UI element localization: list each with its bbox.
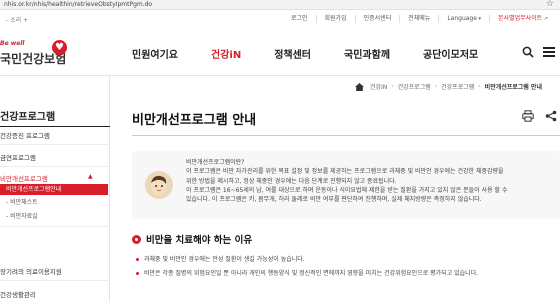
print-icon[interactable] xyxy=(522,110,534,122)
breadcrumb-current: 비만개선프로그램 안내 xyxy=(484,84,542,91)
sidebar-subitem-label: 비만자료실 xyxy=(10,213,38,220)
sidebar-item-health-promotion[interactable]: 건강증진 프로그램 xyxy=(0,130,110,140)
intro-text: 비만개선프로그램이란? 이 프로그램은 비만 자가관리를 위한 목표 설정 및 … xyxy=(186,158,508,204)
breadcrumb-item[interactable]: 건강프로그램 xyxy=(398,82,431,91)
logo-heart-icon xyxy=(52,40,67,55)
sidebar-subitem-obesity-test[interactable]: - 비만체스트 xyxy=(0,197,108,208)
nav-health-in[interactable]: 건강iN xyxy=(211,46,241,61)
intro-box: 비만개선프로그램이란? 이 프로그램은 비만 자가관리를 위한 목표 설정 및 … xyxy=(132,151,560,219)
divider xyxy=(0,226,108,227)
browser-url[interactable]: nhis.or.kr/nhis/healthin/retrieveObstyIp… xyxy=(4,0,152,10)
cert-center-link[interactable]: 인증서센터 xyxy=(356,15,401,23)
divider xyxy=(0,280,108,281)
utility-bar: - 소리 + 로그인 회원가입 인증서센터 전체메뉴 Language 본사별업… xyxy=(0,10,560,28)
breadcrumb-separator: › xyxy=(478,83,481,90)
sidebar-item-label: 금연프로그램 xyxy=(0,154,36,162)
home-icon[interactable] xyxy=(355,82,364,91)
sidebar: 건강프로그램 건강증진 프로그램 금연프로그램 비만개선프로그램 ▲ 비만개선프… xyxy=(0,76,111,302)
list-item: 과체중 및 비만인 경우에는 만성 질환이 생길 가능성이 높습니다. xyxy=(136,253,478,267)
nav-with-people[interactable]: 국민과함께 xyxy=(344,46,390,61)
signup-link[interactable]: 회원가입 xyxy=(317,15,356,23)
chevron-up-icon: ▲ xyxy=(88,173,93,180)
bookmark-star-icon[interactable]: ☆ xyxy=(546,0,554,9)
sidebar-item-medical-support[interactable]: 장기려의 의료이용지원 xyxy=(0,266,110,276)
all-menu-link[interactable]: 전체메뉴 xyxy=(400,15,440,23)
search-icon[interactable] xyxy=(522,46,534,58)
volume-control[interactable]: - 소리 + xyxy=(6,15,28,24)
language-select[interactable]: Language xyxy=(439,15,491,23)
breadcrumb-item[interactable]: 건강iN xyxy=(370,82,387,91)
section-title: 비만을 치료해야 하는 이유 xyxy=(146,235,253,246)
reasons-list: 과체중 및 비만인 경우에는 만성 질환이 생길 가능성이 높습니다. 비만은 … xyxy=(136,253,478,281)
utility-links: 로그인 회원가입 인증서센터 전체메뉴 Language 본사별업무사이트 xyxy=(283,13,556,25)
breadcrumb-item[interactable]: 건강프로그램 xyxy=(441,82,474,91)
share-icon[interactable] xyxy=(545,110,557,122)
sidebar-subitem-label: 비만체스트 xyxy=(10,199,38,206)
breadcrumb: 건강iN › 건강프로그램 › 건강프로그램 › 비만개선프로그램 안내 xyxy=(355,82,546,91)
sidebar-item-label: 장기려의 의료이용지원 xyxy=(0,268,62,276)
intro-line: 비만개선프로그램이란? xyxy=(186,159,245,166)
sidebar-item-quit-smoking[interactable]: 금연프로그램 xyxy=(0,152,110,162)
sidebar-item-label: 건강생활관리 xyxy=(0,291,36,299)
main-navigation: 민원여기요 건강iN 정책센터 국민과함께 공단이모저모 xyxy=(132,46,511,61)
section-bullet-icon xyxy=(132,234,141,244)
hamburger-menu-icon[interactable] xyxy=(543,47,555,57)
sidebar-title: 건강프로그램 xyxy=(0,108,111,127)
list-item: 비만은 각종 질병의 위험요인일 뿐 아니라 개인의 행동양식 및 정신적인 면… xyxy=(136,267,478,281)
site-header: Be well 국민건강보험 민원여기요 건강iN 정책센터 국민과함께 공단이… xyxy=(0,28,560,76)
sidebar-item-obesity[interactable]: 비만개선프로그램 ▲ xyxy=(0,173,110,183)
sidebar-item-health-life[interactable]: 건강생활관리 xyxy=(0,289,110,299)
nav-about[interactable]: 공단이모저모 xyxy=(423,46,478,61)
logo-tagline: Be well xyxy=(0,40,25,47)
login-link[interactable]: 로그인 xyxy=(283,15,317,23)
intro-line: 위한 방법을 제시하고, 정상 체중인 경우에는 다음 단계로 진행되지 않고 … xyxy=(186,177,397,185)
branch-sites-link[interactable]: 본사별업무사이트 xyxy=(490,15,556,23)
section-heading: 비만을 치료해야 하는 이유 xyxy=(132,232,252,246)
browser-address-bar[interactable]: nhis.or.kr/nhis/healthin/retrieveObstyIp… xyxy=(0,0,560,10)
divider xyxy=(0,144,108,145)
intro-line: 이 프로그램은 16~65세의 남, 여를 대상으로 하며 운동이나 식이요법에… xyxy=(186,186,508,194)
sidebar-subitem-obesity-guide[interactable]: 비만개선프로그램안내 xyxy=(0,184,108,195)
intro-line: 이 프로그램은 비만 자가관리를 위한 목표 설정 및 정보를 제공하는 프로그… xyxy=(186,168,504,176)
intro-line: 있습니다. 이 프로그램은 키, 몸무게, 허리 둘레로 비만 여부를 판단하여… xyxy=(186,196,482,204)
sidebar-item-label: 비만개선프로그램 xyxy=(0,175,48,183)
nav-minwon[interactable]: 민원여기요 xyxy=(132,46,178,61)
character-avatar-icon xyxy=(145,171,173,199)
page-title: 비만개선프로그램 안내 xyxy=(132,113,257,128)
sidebar-item-label: 건강증진 프로그램 xyxy=(0,132,50,140)
breadcrumb-separator: › xyxy=(391,83,394,90)
nav-policy[interactable]: 정책센터 xyxy=(274,46,311,61)
title-divider xyxy=(132,135,560,136)
sidebar-subitem-obesity-library[interactable]: - 비만자료실 xyxy=(0,211,108,222)
divider xyxy=(0,166,108,167)
breadcrumb-separator: › xyxy=(434,83,438,90)
